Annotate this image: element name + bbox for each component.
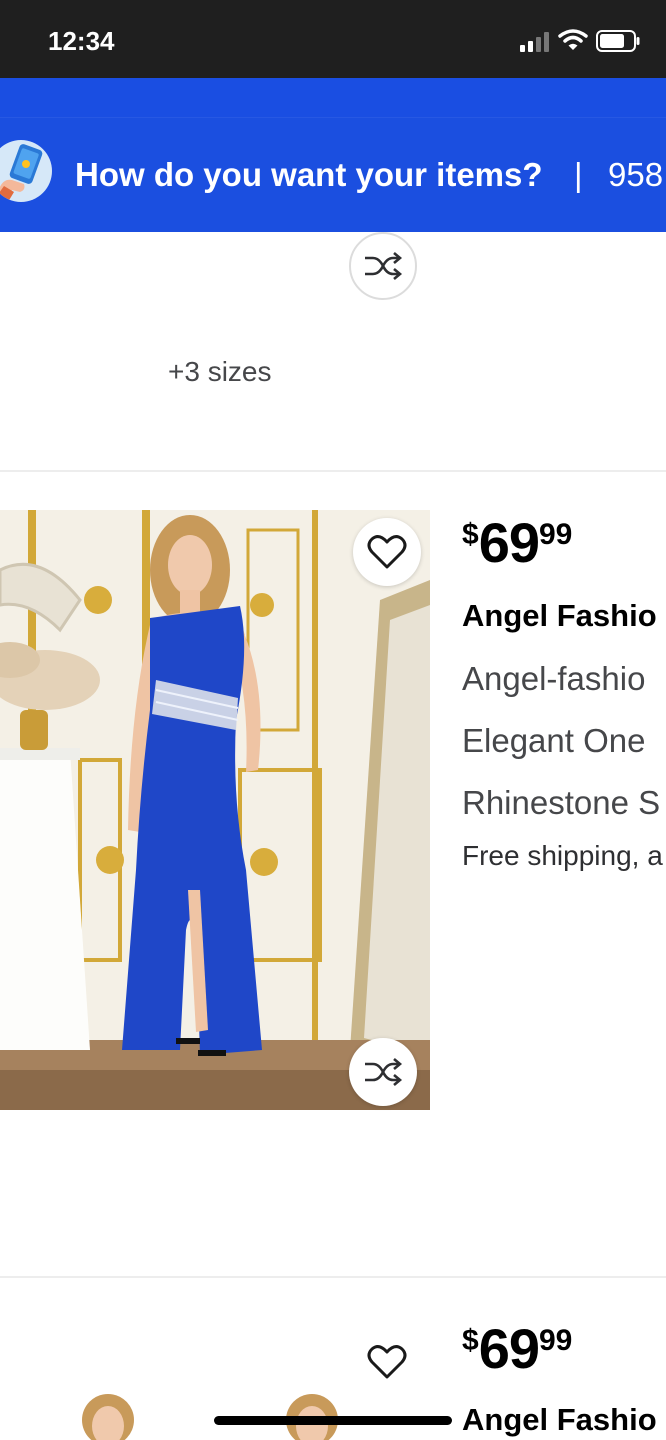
status-time: 12:34	[48, 26, 115, 56]
banner-separator: |	[574, 156, 583, 193]
home-indicator[interactable]	[214, 1416, 452, 1425]
divider	[0, 470, 666, 472]
shuffle-icon	[365, 252, 403, 280]
compare-button[interactable]	[349, 232, 417, 300]
price-whole: 69	[478, 1317, 540, 1380]
banner-title: How do you want your items?	[75, 156, 543, 193]
price-currency: $	[462, 1324, 479, 1357]
product-image[interactable]	[0, 510, 430, 1110]
product-price: $6999	[462, 1316, 572, 1381]
divider	[0, 1276, 666, 1278]
wifi-icon	[558, 29, 588, 50]
signal-icon	[520, 32, 549, 52]
shuffle-icon	[365, 1058, 403, 1086]
phone-hand-icon	[0, 140, 52, 202]
shipping-info: Free shipping, a	[462, 840, 663, 871]
heart-icon	[367, 1345, 407, 1379]
price-cents: 99	[538, 1324, 573, 1357]
banner-top-strip	[0, 78, 666, 118]
product-title-line[interactable]: Elegant One	[462, 722, 645, 760]
sizes-label[interactable]: +3 sizes	[168, 356, 272, 388]
heart-icon	[367, 535, 407, 569]
compare-button[interactable]	[349, 1038, 417, 1106]
product-brand[interactable]: Angel Fashio	[462, 598, 657, 634]
favorite-button[interactable]	[353, 518, 421, 586]
favorite-button[interactable]	[353, 1328, 421, 1396]
product-price: $6999	[462, 510, 572, 575]
fulfillment-banner[interactable]: How do you want your items? | 958	[0, 78, 666, 232]
product-brand[interactable]: Angel Fashio	[462, 1402, 657, 1438]
price-currency: $	[462, 518, 479, 551]
price-cents: 99	[538, 518, 573, 551]
product-title-line[interactable]: Rhinestone S	[462, 784, 660, 822]
status-bar: 12:34	[0, 0, 666, 78]
banner-zip: 958	[608, 156, 664, 193]
price-whole: 69	[478, 511, 540, 574]
product-title-line[interactable]: Angel-fashio	[462, 660, 645, 698]
battery-icon	[596, 30, 640, 52]
